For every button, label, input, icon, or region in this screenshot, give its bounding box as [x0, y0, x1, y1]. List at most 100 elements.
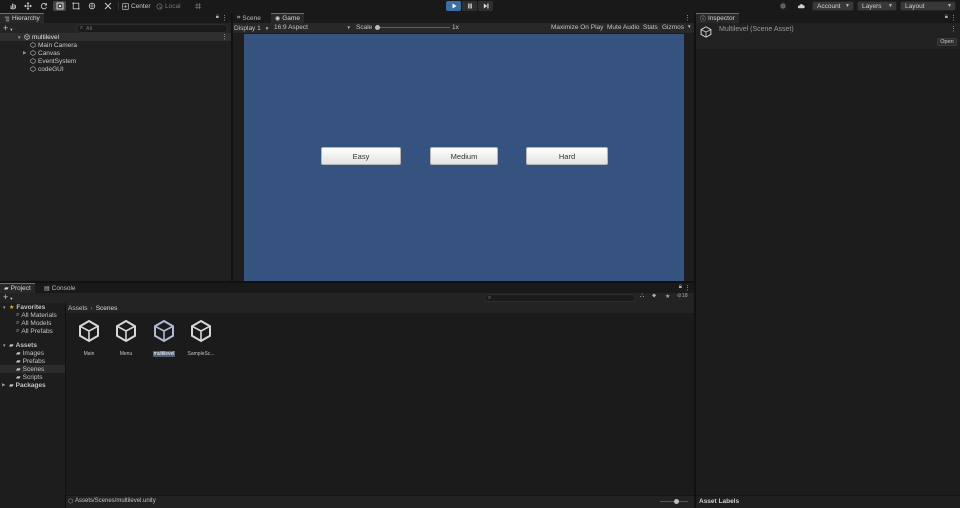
play-icon: [452, 3, 456, 9]
hand-tool-icon[interactable]: [6, 1, 19, 11]
game-view[interactable]: Easy Medium Hard: [244, 34, 684, 281]
maximize-on-play-toggle[interactable]: Maximize On Play: [551, 24, 603, 31]
display-dropdown[interactable]: Display 1 ▼: [234, 24, 269, 32]
local-space-icon: [156, 3, 163, 9]
kebab-menu-icon[interactable]: ⋮: [950, 14, 957, 22]
favorite-item[interactable]: ⌕ All Prefabs: [16, 327, 53, 335]
hierarchy-item[interactable]: codeGUI: [30, 65, 64, 73]
tab-scene[interactable]: ⌗ Scene: [233, 13, 265, 23]
lock-icon[interactable]: 🔒︎: [216, 14, 219, 21]
scene-tab-icon: ⌗: [237, 14, 241, 21]
folder-item[interactable]: ▰ Prefabs: [16, 357, 45, 365]
expand-arrow-icon[interactable]: ▶: [23, 50, 28, 56]
tab-game[interactable]: ◉ Game: [271, 13, 304, 23]
medium-button-label: Medium: [450, 151, 478, 161]
tab-console[interactable]: ▤ Console: [40, 283, 80, 293]
medium-button[interactable]: Medium: [430, 147, 498, 165]
tab-hierarchy[interactable]: Hierarchy: [0, 13, 44, 23]
expand-arrow-icon[interactable]: ▼: [17, 35, 22, 40]
favorite-star-icon[interactable]: ★: [665, 293, 670, 300]
icon-size-slider-thumb[interactable]: [674, 499, 679, 504]
lock-icon[interactable]: 🔒︎: [679, 284, 682, 291]
kebab-menu-icon[interactable]: ⋮: [684, 284, 691, 292]
layers-dropdown[interactable]: Layers ▼: [857, 1, 897, 11]
search-by-type-icon[interactable]: ⛬: [640, 293, 644, 300]
asset-labels-bar[interactable]: Asset Labels: [696, 495, 960, 508]
play-button[interactable]: [446, 1, 461, 11]
gizmos-toggle[interactable]: Gizmos: [662, 24, 684, 31]
aspect-dropdown[interactable]: 16:9 Aspect ▼: [274, 24, 351, 32]
hierarchy-item[interactable]: ▶ Canvas: [23, 49, 60, 57]
pivot-toggle[interactable]: Center: [122, 1, 151, 11]
hierarchy-item[interactable]: Main Camera: [30, 41, 77, 49]
folder-item-selected[interactable]: ▰ Scenes: [0, 365, 65, 373]
collab-icon[interactable]: [776, 1, 789, 11]
favorites-row[interactable]: ▼ ★ Favorites: [2, 303, 45, 311]
kebab-menu-icon[interactable]: ⋮: [950, 25, 957, 33]
gamepad-icon: ◉: [275, 16, 281, 22]
expand-arrow-icon[interactable]: ▼: [2, 305, 7, 310]
project-search-field[interactable]: ⌕: [484, 294, 636, 302]
hidden-packages-toggle[interactable]: ⊘18: [677, 293, 688, 299]
scene-root-row[interactable]: ▼ multilevel ⋮: [0, 33, 231, 41]
transform-tool-icon[interactable]: [85, 1, 98, 11]
tab-inspector[interactable]: ⓘ Inspector: [696, 13, 739, 23]
easy-button[interactable]: Easy: [321, 147, 401, 165]
assets-row[interactable]: ▼ ▰ Assets: [2, 341, 37, 349]
layout-dropdown[interactable]: Layout ▼: [900, 1, 956, 11]
hierarchy-search-field[interactable]: ⌕ All: [76, 24, 228, 33]
breadcrumb-item[interactable]: Assets: [68, 305, 88, 312]
scene-asset[interactable]: Main: [72, 319, 106, 357]
search-icon: ⌕: [488, 294, 492, 301]
space-toggle[interactable]: Local: [156, 1, 181, 11]
scale-slider-thumb[interactable]: [375, 25, 380, 30]
step-button[interactable]: [478, 1, 493, 11]
scene-asset-selected[interactable]: multilevel: [147, 319, 181, 357]
open-button[interactable]: Open: [937, 38, 957, 46]
kebab-menu-icon[interactable]: ⋮: [221, 33, 228, 41]
grid-snap-icon[interactable]: [191, 1, 204, 11]
packages-row[interactable]: ▶ ▰ Packages: [2, 381, 46, 389]
folder-item[interactable]: ▰ Images: [16, 349, 44, 357]
move-tool-icon[interactable]: [21, 1, 34, 11]
folder-icon: ▰: [16, 374, 21, 381]
mute-audio-toggle[interactable]: Mute Audio: [607, 24, 640, 31]
tab-scene-label: Scene: [242, 14, 261, 22]
expand-arrow-icon[interactable]: ▶: [2, 382, 7, 388]
folder-item[interactable]: ▰ Scripts: [16, 373, 43, 381]
tab-project-label: Project: [10, 285, 31, 292]
favorite-item[interactable]: ⌕ All Models: [16, 319, 51, 327]
kebab-menu-icon[interactable]: ⋮: [684, 14, 691, 22]
search-icon: ⌕: [16, 327, 20, 334]
account-dropdown[interactable]: Account ▼: [812, 1, 854, 11]
favorite-item[interactable]: ⌕ All Materials: [16, 311, 57, 319]
chevron-down-icon[interactable]: ▼: [687, 24, 691, 29]
custom-tool-icon[interactable]: [101, 1, 114, 11]
hard-button[interactable]: Hard: [526, 147, 608, 165]
lock-icon[interactable]: 🔒︎: [945, 14, 948, 21]
stats-toggle[interactable]: Stats: [643, 24, 658, 31]
pause-button[interactable]: [462, 1, 477, 11]
kebab-menu-icon[interactable]: ⋮: [221, 14, 228, 22]
chevron-down-icon: ▼: [346, 24, 351, 30]
open-button-label: Open: [940, 39, 954, 45]
scene-asset[interactable]: SampleSc...: [184, 319, 218, 357]
scene-asset[interactable]: Menu: [109, 319, 143, 357]
breadcrumb: Assets › Scenes: [66, 303, 694, 313]
icon-size-slider[interactable]: [660, 499, 688, 504]
asset-label: multilevel: [152, 351, 176, 357]
scale-tool-icon[interactable]: [53, 1, 66, 11]
expand-arrow-icon[interactable]: ▼: [2, 343, 7, 348]
breadcrumb-item[interactable]: Scenes: [96, 305, 118, 312]
hierarchy-item[interactable]: EventSystem: [30, 57, 76, 65]
folder-icon: ▰: [16, 358, 21, 365]
cloud-icon[interactable]: [794, 1, 807, 11]
rect-tool-icon[interactable]: [69, 1, 82, 11]
rotate-tool-icon[interactable]: [37, 1, 50, 11]
search-by-label-icon[interactable]: ⬥: [652, 293, 656, 300]
scale-slider[interactable]: [375, 25, 450, 30]
unity-scene-icon: [24, 34, 30, 40]
status-path: Assets/Scenes/multilevel.unity: [75, 498, 156, 504]
gameobject-icon: [30, 66, 36, 72]
tab-hierarchy-label: Hierarchy: [12, 15, 40, 22]
